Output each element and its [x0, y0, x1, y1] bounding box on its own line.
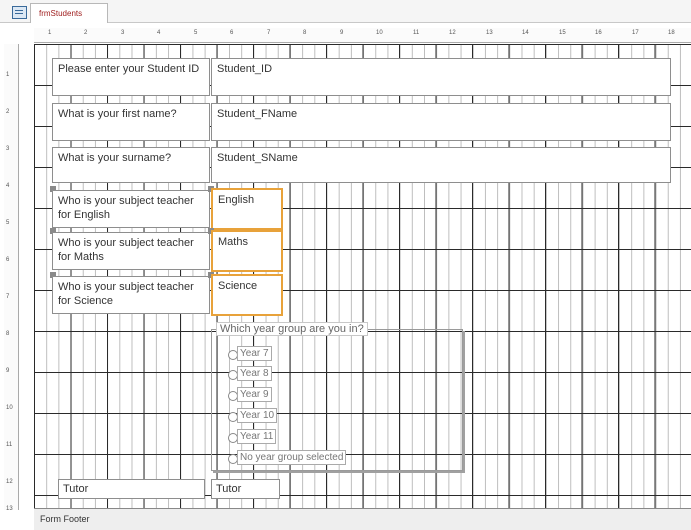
ruler-mark: 7: [267, 30, 271, 36]
ruler-mark: 17: [632, 30, 639, 36]
document-tab-bar: frmStudents: [0, 0, 691, 23]
ruler-mark: 2: [84, 30, 88, 36]
student-id-label[interactable]: Please enter your Student ID: [52, 58, 210, 96]
ruler-mark: 12: [449, 30, 456, 36]
ruler-mark: 14: [522, 30, 529, 36]
ruler-mark: 13: [6, 506, 13, 512]
tutor-field[interactable]: Tutor: [211, 479, 280, 499]
ruler-mark: 16: [595, 30, 602, 36]
ruler-mark: 10: [376, 30, 383, 36]
ruler-mark: 4: [157, 30, 161, 36]
ruler-mark: 5: [194, 30, 198, 36]
option-label: Year 7: [237, 346, 272, 361]
first-name-field[interactable]: Student_FName: [211, 103, 671, 141]
maths-field[interactable]: Maths: [211, 230, 283, 272]
english-field[interactable]: English: [211, 188, 283, 230]
ruler-mark: 8: [303, 30, 307, 36]
ruler-mark: 3: [6, 146, 10, 152]
student-id-field[interactable]: Student_ID: [211, 58, 671, 96]
ruler-mark: 9: [340, 30, 344, 36]
ruler-mark: 1: [6, 72, 10, 78]
ruler-mark: 18: [668, 30, 675, 36]
ruler-mark: 15: [559, 30, 566, 36]
ruler-mark: 6: [230, 30, 234, 36]
option-label: Year 9: [237, 387, 272, 402]
ruler-mark: 10: [6, 405, 13, 411]
science-field[interactable]: Science: [211, 274, 283, 316]
ruler-mark: 13: [486, 30, 493, 36]
option-label: Year 8: [237, 366, 272, 381]
ruler-mark: 4: [6, 183, 10, 189]
year-group-label[interactable]: Which year group are you in?: [216, 322, 368, 336]
surname-label[interactable]: What is your surname?: [52, 147, 210, 183]
teacher-english-label[interactable]: Who is your subject teacher for English: [52, 190, 210, 228]
surname-field[interactable]: Student_SName: [211, 147, 671, 183]
tutor-label[interactable]: Tutor: [58, 479, 205, 499]
ruler-mark: 8: [6, 331, 10, 337]
ruler-mark: 11: [6, 442, 13, 448]
ruler-mark: 5: [6, 220, 10, 226]
document-tab[interactable]: frmStudents: [30, 3, 108, 23]
ruler-mark: 2: [6, 109, 10, 115]
ruler-mark: 11: [413, 30, 420, 36]
form-footer-bar[interactable]: Form Footer: [34, 508, 691, 530]
ruler-mark: 7: [6, 294, 10, 300]
ruler-mark: 9: [6, 368, 10, 374]
vertical-ruler: 1 2 3 4 5 6 7 8 9 10 11 12 13: [4, 44, 19, 512]
ruler-mark: 12: [6, 479, 13, 485]
ruler-mark: 6: [6, 257, 10, 263]
option-label: Year 11: [237, 429, 277, 444]
first-name-label[interactable]: What is your first name?: [52, 103, 210, 141]
teacher-science-label[interactable]: Who is your subject teacher for Science: [52, 276, 210, 314]
horizontal-ruler: 1 2 3 4 5 6 7 8 9 10 11 12 13 14 15 16 1…: [34, 28, 691, 43]
ruler-mark: 1: [48, 30, 52, 36]
option-label: No year group selected: [237, 450, 347, 465]
teacher-maths-label[interactable]: Who is your subject teacher for Maths: [52, 232, 210, 270]
tab-label: frmStudents: [39, 9, 83, 18]
option-label: Year 10: [237, 408, 278, 423]
form-footer-label: Form Footer: [40, 514, 90, 524]
form-icon: [12, 6, 27, 19]
ruler-mark: 3: [121, 30, 125, 36]
